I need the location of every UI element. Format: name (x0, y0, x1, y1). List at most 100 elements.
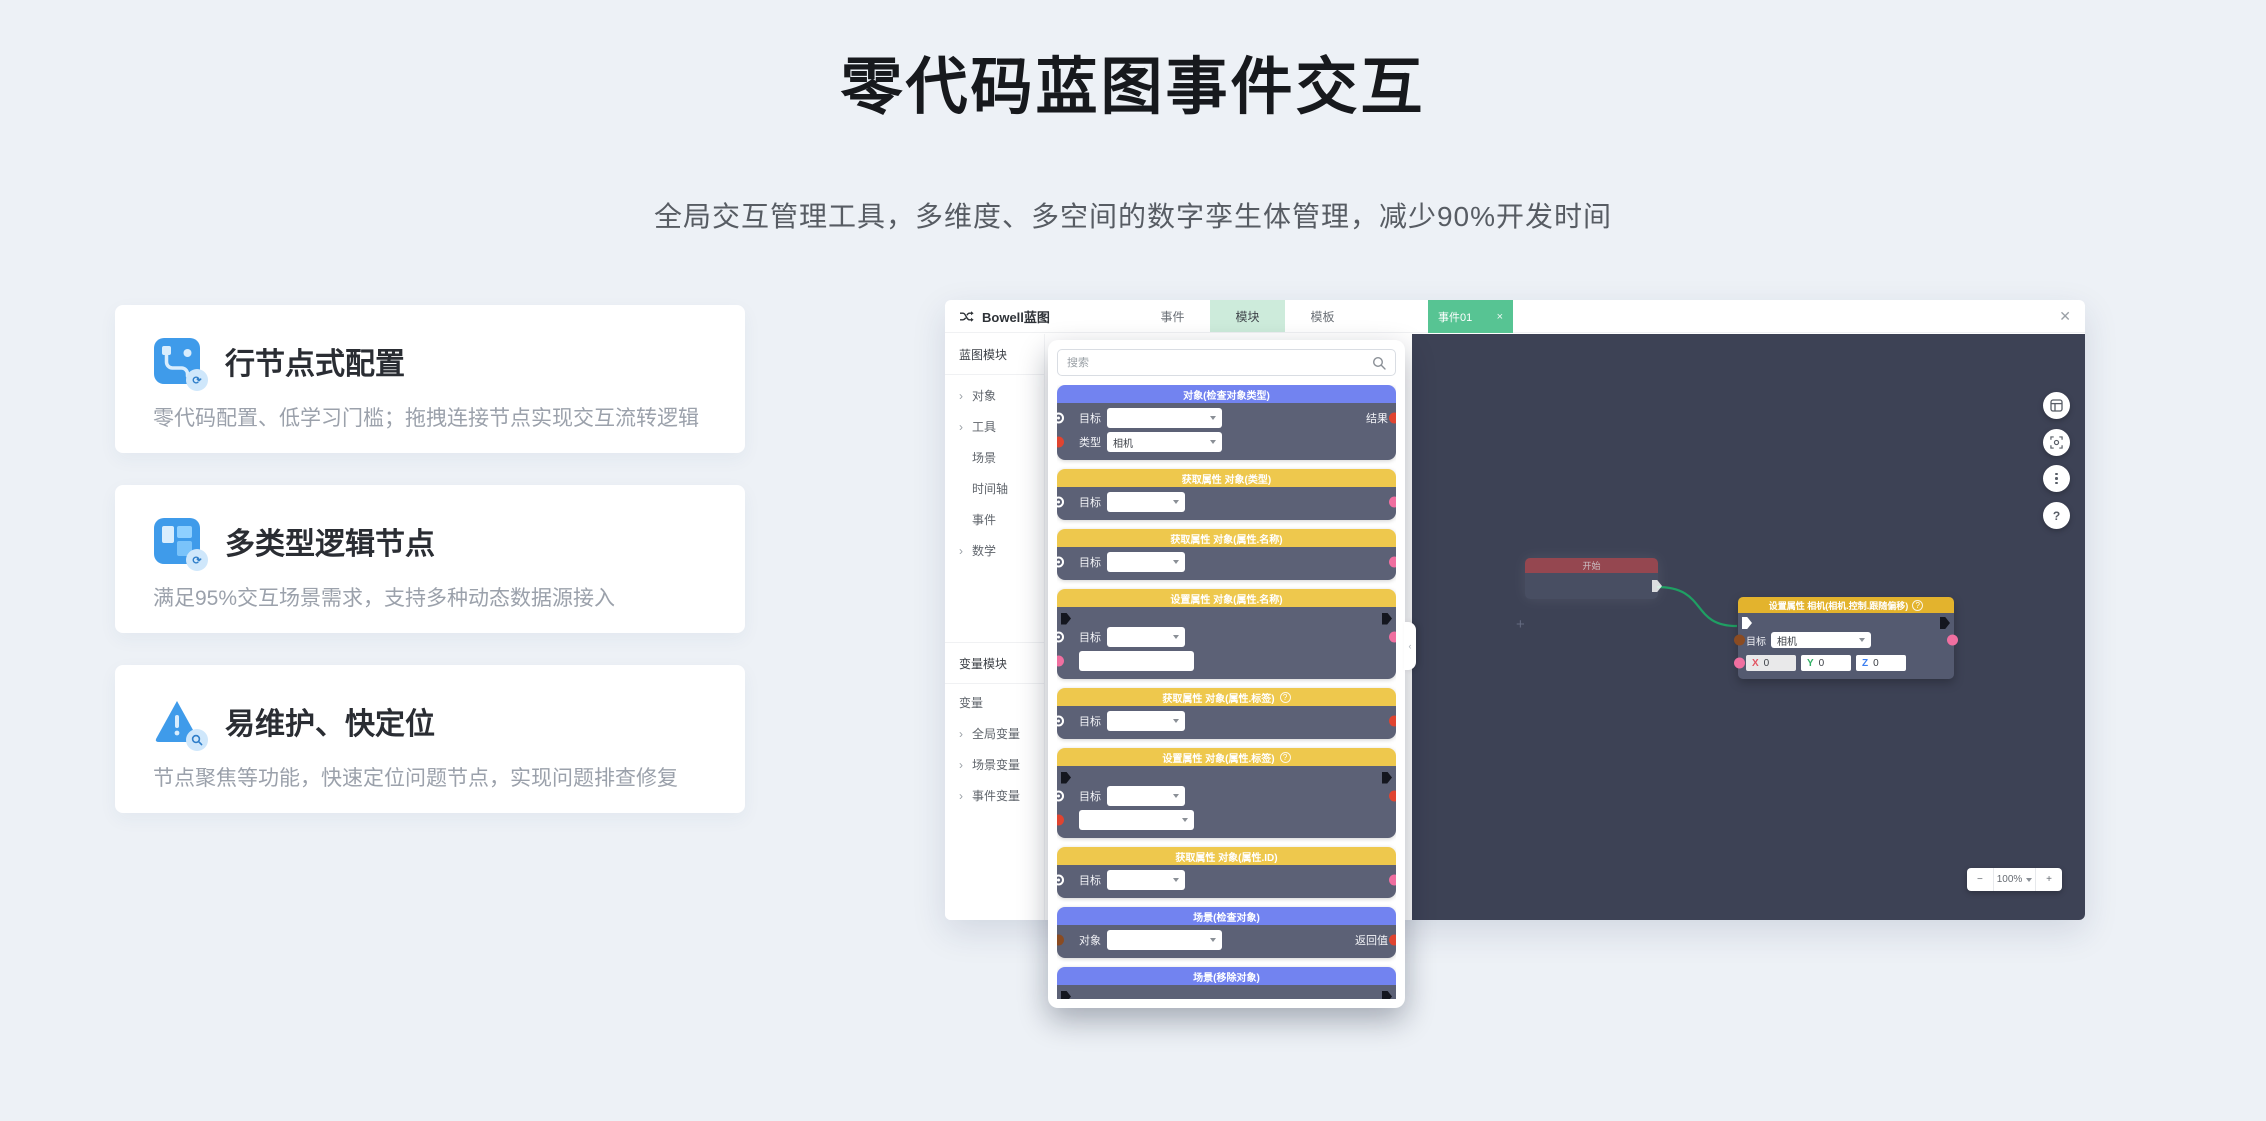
port-dot-white[interactable] (1057, 632, 1064, 643)
window-close-icon[interactable]: ✕ (2059, 300, 2071, 333)
node-input[interactable] (1079, 651, 1194, 671)
port-dot-pink[interactable] (1734, 658, 1745, 669)
port-dot-white[interactable] (1057, 875, 1064, 886)
flow-in-port[interactable] (1742, 617, 1752, 629)
flow-out-port[interactable] (1382, 991, 1392, 1000)
focus-button[interactable] (2043, 429, 2070, 456)
tab-modules[interactable]: 模块 (1210, 300, 1285, 332)
help-button[interactable]: ? (2043, 502, 2070, 529)
port-dot-brown[interactable] (1057, 935, 1064, 946)
port-dot-red[interactable] (1057, 815, 1064, 826)
node-card[interactable]: 设置属性 对象(属性.标签)?目标 (1057, 748, 1396, 838)
flow-out-port[interactable] (1382, 613, 1392, 625)
port-dot-pink[interactable] (1057, 656, 1064, 667)
doc-tab-event01[interactable]: 事件01 × (1428, 300, 1513, 333)
minimap-button[interactable] (2043, 392, 2070, 419)
axis-x-input[interactable]: X 0 (1746, 655, 1796, 671)
port-dot-white[interactable] (1057, 497, 1064, 508)
port-dot-red[interactable] (1389, 791, 1396, 802)
node-card[interactable]: 场景(移除对象)对象 (1057, 967, 1396, 999)
flow-in-port[interactable] (1061, 991, 1071, 1000)
feature-desc: 节点聚焦等功能，快速定位问题节点，实现问题排查修复 (153, 762, 707, 792)
node-select[interactable]: 相机 (1107, 432, 1222, 452)
axis-z-input[interactable]: Z 0 (1856, 655, 1906, 671)
feature-title: 多类型逻辑节点 (225, 519, 435, 563)
sidebar-section-blueprint: 蓝图模块 (945, 334, 1044, 375)
sidebar-item[interactable]: ›场景变量 (945, 749, 1044, 780)
port-dot-pink[interactable] (1389, 497, 1396, 508)
port-dot-pink[interactable] (1947, 635, 1958, 646)
sidebar-item[interactable]: 场景 (945, 442, 1044, 473)
port-dot-white[interactable] (1057, 557, 1064, 568)
node-select[interactable] (1107, 492, 1185, 512)
node-title: 场景(移除对象) (1057, 967, 1396, 985)
port-dot-pink[interactable] (1389, 557, 1396, 568)
node-select[interactable] (1107, 627, 1185, 647)
node-select[interactable] (1107, 870, 1185, 890)
search-input[interactable] (1067, 357, 1366, 369)
chevron-right-icon: › (959, 545, 966, 557)
port-dot-red[interactable] (1389, 716, 1396, 727)
sidebar-item[interactable]: ›全局变量 (945, 718, 1044, 749)
node-card[interactable]: 获取属性 对象(属性.ID)目标 (1057, 847, 1396, 898)
port-dot-pink[interactable] (1389, 875, 1396, 886)
zoom-level[interactable]: 100% (1993, 868, 2036, 891)
zoom-in-button[interactable]: + (2036, 868, 2062, 891)
sidebar-item[interactable]: ›数学 (945, 535, 1044, 566)
chevron-right-icon: › (959, 790, 966, 802)
flow-out-port[interactable] (1940, 617, 1950, 629)
blueprint-canvas[interactable]: + 开始 设置属性 相机(相机.控制.跟随偏移) ? (1412, 334, 2085, 920)
node-search[interactable] (1057, 349, 1396, 376)
zoom-out-button[interactable]: − (1967, 868, 1993, 891)
axis-y-input[interactable]: Y 0 (1801, 655, 1851, 671)
flow-in-port[interactable] (1061, 613, 1071, 625)
tab-events[interactable]: 事件 (1135, 300, 1210, 332)
chevron-down-icon (1210, 938, 1216, 942)
flow-out-port[interactable] (1652, 580, 1662, 592)
node-select[interactable] (1107, 552, 1185, 572)
flow-out-port[interactable] (1382, 772, 1392, 784)
start-node[interactable]: 开始 (1525, 558, 1658, 599)
port-out-label: 结果 (1366, 410, 1388, 426)
node-select[interactable] (1107, 711, 1185, 731)
node-select[interactable] (1107, 930, 1222, 950)
node-select[interactable] (1079, 810, 1194, 830)
port-dot-brown[interactable] (1734, 635, 1745, 646)
close-icon[interactable]: × (1497, 311, 1503, 323)
node-card[interactable]: 获取属性 对象(属性.名称)目标 (1057, 529, 1396, 580)
chevron-down-icon (1173, 878, 1179, 882)
logic-blocks-icon: ⟳ (153, 517, 201, 565)
sidebar-item-label: 时间轴 (972, 480, 1008, 497)
port-dot-pink[interactable] (1389, 632, 1396, 643)
node-card[interactable]: 获取属性 对象(类型)目标 (1057, 469, 1396, 520)
panel-collapse-handle[interactable]: ‹ (1404, 622, 1416, 670)
flow-in-port[interactable] (1061, 772, 1071, 784)
tab-templates[interactable]: 模板 (1285, 300, 1360, 332)
more-button[interactable] (2043, 465, 2070, 492)
port-dot-white[interactable] (1057, 791, 1064, 802)
port-dot-red[interactable] (1389, 935, 1396, 946)
sidebar-item[interactable]: ›事件变量 (945, 780, 1044, 811)
node-select[interactable] (1107, 408, 1222, 428)
search-icon (1372, 356, 1386, 370)
port-dot-red[interactable] (1057, 437, 1064, 448)
sidebar-item[interactable]: 时间轴 (945, 473, 1044, 504)
app-header: Bowell蓝图 事件 模块 模板 事件01 × ✕ (945, 300, 2085, 333)
node-card[interactable]: 设置属性 对象(属性.名称)目标 (1057, 589, 1396, 679)
node-card[interactable]: 场景(检查对象)对象返回值 (1057, 907, 1396, 958)
chevron-down-icon (1859, 638, 1865, 642)
node-select[interactable] (1107, 786, 1185, 806)
sidebar-item[interactable]: ›对象 (945, 380, 1044, 411)
sidebar-item[interactable]: ›工具 (945, 411, 1044, 442)
node-card[interactable]: 获取属性 对象(属性.标签)?目标 (1057, 688, 1396, 739)
canvas-cursor-plus: + (1516, 616, 1525, 633)
node-card[interactable]: 对象(检查对象类型)目标结果类型相机 (1057, 385, 1396, 460)
port-dot-red[interactable] (1389, 413, 1396, 424)
port-dot-white[interactable] (1057, 413, 1064, 424)
sidebar-item[interactable]: 事件 (945, 504, 1044, 535)
camera-select[interactable]: 相机 (1771, 632, 1871, 648)
port-dot-white[interactable] (1057, 716, 1064, 727)
set-property-camera-node[interactable]: 设置属性 相机(相机.控制.跟随偏移) ? 目标 相机 (1738, 597, 1954, 679)
set-node-title: 设置属性 相机(相机.控制.跟随偏移) (1769, 599, 1909, 612)
node-title: 获取属性 对象(类型) (1057, 469, 1396, 487)
